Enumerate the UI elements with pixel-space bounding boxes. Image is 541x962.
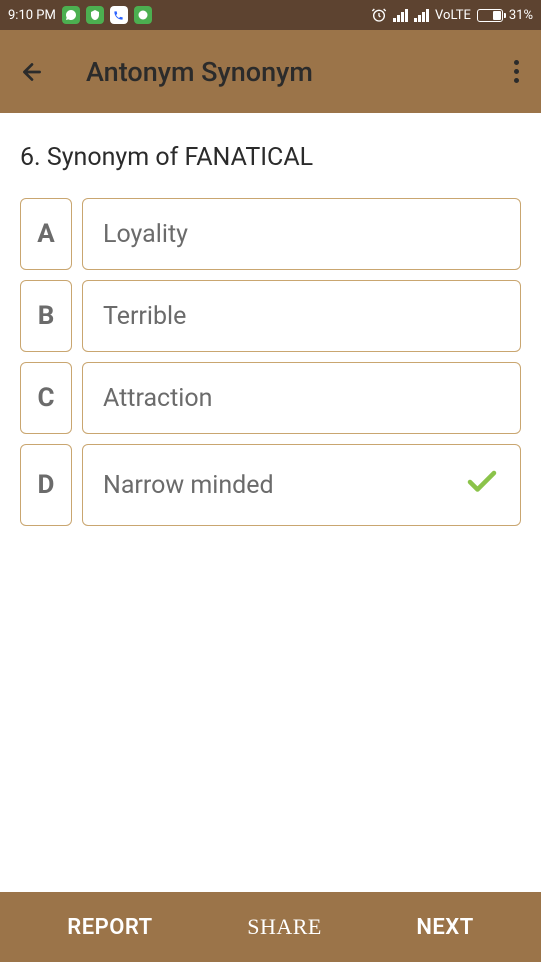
option-label: Terrible bbox=[103, 302, 186, 331]
signal-icon-2 bbox=[414, 9, 429, 22]
back-button[interactable] bbox=[18, 58, 46, 86]
status-right: VoLTE 31% bbox=[371, 7, 533, 23]
page-title: Antonym Synonym bbox=[86, 56, 313, 88]
chat-icon bbox=[134, 6, 152, 24]
option-letter: B bbox=[20, 280, 72, 352]
question-number: 6. bbox=[20, 143, 41, 172]
option-text: Loyality bbox=[82, 198, 521, 270]
option-text: Terrible bbox=[82, 280, 521, 352]
question-body: Synonym of FANATICAL bbox=[47, 143, 313, 172]
network-label: VoLTE bbox=[435, 8, 471, 23]
option-letter: C bbox=[20, 362, 72, 434]
status-bar: 9:10 PM VoLTE 31% bbox=[0, 0, 541, 30]
more-vert-icon bbox=[514, 60, 519, 65]
question-text: 6. Synonym of FANATICAL bbox=[20, 143, 521, 172]
next-button[interactable]: NEXT bbox=[416, 915, 473, 940]
option-row-a[interactable]: A Loyality bbox=[20, 198, 521, 270]
signal-icon-1 bbox=[393, 9, 408, 22]
option-letter: A bbox=[20, 198, 72, 270]
more-menu-button[interactable] bbox=[514, 60, 519, 83]
bottom-bar: REPORT SHARE NEXT bbox=[0, 892, 541, 962]
check-icon bbox=[464, 464, 500, 507]
app-bar: Antonym Synonym bbox=[0, 30, 541, 113]
battery-percent: 31% bbox=[509, 8, 533, 23]
share-button[interactable]: SHARE bbox=[247, 914, 322, 940]
status-left: 9:10 PM bbox=[8, 6, 152, 24]
option-text: Attraction bbox=[82, 362, 521, 434]
option-label: Attraction bbox=[103, 384, 212, 413]
content-area: 6. Synonym of FANATICAL A Loyality B Ter… bbox=[0, 113, 541, 566]
shield-icon bbox=[86, 6, 104, 24]
arrow-left-icon bbox=[19, 59, 45, 85]
alarm-icon bbox=[371, 7, 387, 23]
option-letter: D bbox=[20, 444, 72, 526]
more-vert-icon bbox=[514, 78, 519, 83]
whatsapp-icon bbox=[62, 6, 80, 24]
more-vert-icon bbox=[514, 69, 519, 74]
status-time: 9:10 PM bbox=[8, 8, 56, 23]
option-label: Loyality bbox=[103, 220, 188, 249]
option-row-b[interactable]: B Terrible bbox=[20, 280, 521, 352]
phone-icon bbox=[110, 6, 128, 24]
option-label: Narrow minded bbox=[103, 471, 274, 500]
option-text: Narrow minded bbox=[82, 444, 521, 526]
report-button[interactable]: REPORT bbox=[67, 915, 152, 940]
option-row-d[interactable]: D Narrow minded bbox=[20, 444, 521, 526]
option-row-c[interactable]: C Attraction bbox=[20, 362, 521, 434]
battery-icon bbox=[477, 9, 503, 22]
